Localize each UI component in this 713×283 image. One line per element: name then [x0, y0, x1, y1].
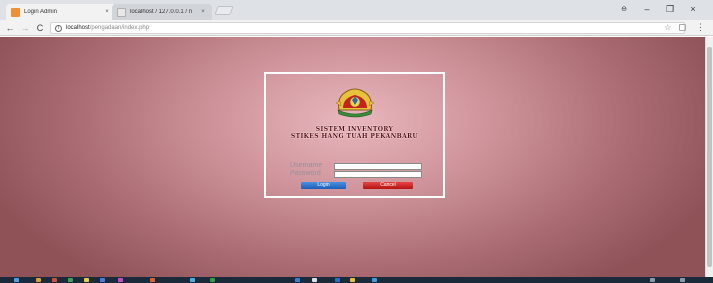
taskbar-app-icon[interactable] [36, 278, 41, 282]
system-tray-icon[interactable] [680, 278, 685, 282]
scrollbar-thumb[interactable] [707, 47, 712, 267]
extension-icon[interactable] [679, 24, 686, 31]
taskbar-app-icon[interactable] [150, 278, 155, 282]
cancel-button[interactable]: Cancel [363, 182, 413, 189]
forward-button[interactable]: → [19, 22, 31, 34]
close-icon[interactable]: × [199, 9, 207, 15]
back-button[interactable]: ← [4, 22, 16, 34]
password-input[interactable] [334, 171, 422, 178]
institution-logo-icon [335, 88, 375, 118]
favicon-icon [11, 7, 20, 17]
taskbar-app-icon[interactable] [118, 278, 123, 282]
bookmark-star-icon[interactable]: ☆ [664, 23, 671, 32]
start-icon[interactable] [14, 278, 19, 282]
taskbar-app-icon[interactable] [350, 278, 355, 282]
tab-title: Login Admin [24, 9, 58, 15]
url-path: /pengadaan/index.php [89, 25, 150, 31]
os-taskbar [0, 277, 713, 283]
taskbar-app-icon[interactable] [295, 278, 300, 282]
taskbar-app-icon[interactable] [84, 278, 89, 282]
tab-title: localhost / 127.0.0.1 / n [130, 9, 193, 15]
app-title-line1: SISTEM INVENTORY [315, 126, 394, 133]
password-label: Password [290, 170, 321, 177]
reload-button[interactable]: C [34, 22, 46, 34]
profile-icon[interactable]: ⊖ [617, 5, 631, 13]
username-input[interactable] [334, 163, 422, 170]
taskbar-app-icon[interactable] [68, 278, 73, 282]
login-button[interactable]: Login [301, 182, 346, 189]
url-host: localhost [66, 25, 90, 31]
address-bar[interactable]: i localhost/pengadaan/index.php [50, 22, 685, 34]
taskbar-app-icon[interactable] [100, 278, 105, 282]
window-close-button[interactable]: × [686, 4, 700, 14]
tab-phpmyadmin[interactable]: localhost / 127.0.0.1 / n × [112, 4, 212, 20]
app-title-line2: STIKES HANG TUAH PEKANBARU [290, 133, 419, 140]
page-scrollbar[interactable] [705, 37, 713, 277]
system-tray-icon[interactable] [650, 278, 655, 282]
favicon-icon [117, 7, 126, 17]
tab-strip: Login Admin × localhost / 127.0.0.1 / n … [0, 0, 713, 20]
page-viewport: SISTEM INVENTORY STIKES HANG TUAH PEKANB… [0, 37, 705, 277]
maximize-button[interactable]: ❐ [663, 4, 677, 15]
taskbar-app-icon[interactable] [190, 278, 195, 282]
taskbar-app-icon[interactable] [312, 278, 317, 282]
taskbar-app-icon[interactable] [372, 278, 377, 282]
tab-login-admin[interactable]: Login Admin × [6, 4, 116, 20]
taskbar-app-icon[interactable] [52, 278, 57, 282]
menu-icon[interactable]: ⋮ [696, 22, 705, 33]
taskbar-app-icon[interactable] [335, 278, 340, 282]
taskbar-app-icon[interactable] [210, 278, 215, 282]
new-tab-button[interactable] [214, 6, 234, 15]
username-label: Username [290, 162, 323, 169]
login-panel: SISTEM INVENTORY STIKES HANG TUAH PEKANB… [264, 72, 445, 198]
close-icon[interactable]: × [103, 9, 111, 15]
minimize-button[interactable]: – [640, 4, 654, 14]
info-icon[interactable]: i [55, 24, 62, 32]
browser-toolbar: ← → C i localhost/pengadaan/index.php ☆ … [0, 20, 713, 36]
